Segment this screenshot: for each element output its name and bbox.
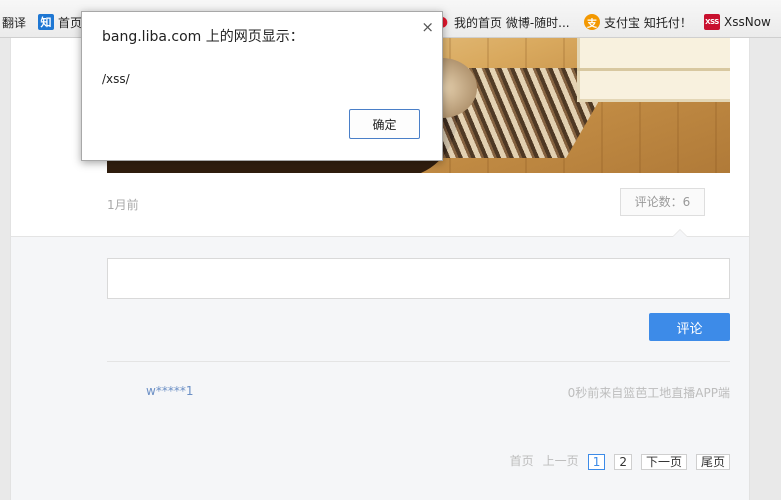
bookmark-label: 首页 bbox=[58, 15, 83, 30]
photo-shelf-board bbox=[577, 68, 730, 71]
bookmark-translate[interactable]: 翻译 bbox=[2, 13, 26, 31]
bookmark-xssnow[interactable]: XSS XssNow bbox=[704, 13, 771, 31]
bookmark-zhihu[interactable]: 知 首页 bbox=[38, 13, 82, 31]
alert-dialog: bang.liba.com 上的网页显示： × /xss/ 确定 bbox=[81, 11, 443, 161]
post-time: 1月前 bbox=[107, 198, 139, 212]
bookmark-label: 支付宝 知托付！ bbox=[604, 15, 692, 30]
bookmark-label: XssNow bbox=[724, 15, 771, 29]
comment-input[interactable] bbox=[107, 258, 730, 299]
ok-button[interactable]: 确定 bbox=[349, 109, 420, 139]
alipay-icon: 支 bbox=[584, 14, 600, 30]
divider bbox=[107, 361, 730, 362]
comment-username[interactable]: w*****1 bbox=[146, 384, 193, 398]
close-icon[interactable]: × bbox=[421, 18, 434, 36]
submit-comment-button[interactable]: 评论 bbox=[649, 313, 730, 341]
bookmark-label: 翻译 bbox=[2, 15, 27, 30]
pagination-prev[interactable]: 上一页 bbox=[543, 454, 579, 470]
pagination-page-2[interactable]: 2 bbox=[614, 454, 632, 470]
bookmark-label: 我的首页 微博-随时... bbox=[454, 15, 570, 30]
bookmark-alipay[interactable]: 支 支付宝 知托付！ bbox=[584, 13, 692, 31]
alert-message: /xss/ bbox=[102, 72, 130, 86]
comment-section: 评论 w*****1 0秒前来自篮芭工地直播APP端 首页 上一页 1 2 下一… bbox=[11, 229, 749, 500]
zhihu-icon: 知 bbox=[38, 14, 54, 30]
comment-count-button[interactable]: 评论数：6 bbox=[620, 188, 705, 216]
pagination-first[interactable]: 首页 bbox=[510, 454, 534, 470]
pagination-last[interactable]: 尾页 bbox=[695, 454, 730, 470]
bookmark-weibo[interactable]: ● 我的首页 微博-随时... bbox=[434, 13, 570, 31]
alert-title: bang.liba.com 上的网页显示： bbox=[102, 29, 304, 45]
pagination-next[interactable]: 下一页 bbox=[640, 454, 687, 470]
pagination: 首页 上一页 1 2 下一页 尾页 bbox=[510, 454, 730, 470]
xssnow-icon: XSS bbox=[704, 14, 720, 30]
pagination-page-1[interactable]: 1 bbox=[587, 454, 606, 470]
comment-meta: 0秒前来自篮芭工地直播APP端 bbox=[567, 386, 730, 400]
